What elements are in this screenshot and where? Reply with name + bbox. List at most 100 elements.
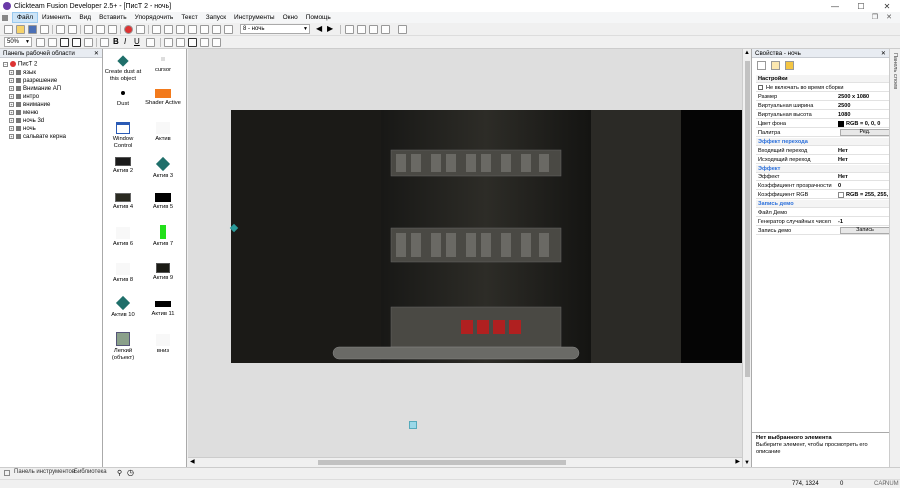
align-right-icon[interactable]: [188, 38, 197, 47]
underline-icon[interactable]: U: [134, 37, 140, 46]
prop-rgb-coef[interactable]: Коэффициент RGB RGB = 255, 255,: [756, 191, 889, 199]
object-active-9[interactable]: Актив 9: [143, 263, 183, 282]
library-tab[interactable]: Библиотека: [74, 469, 107, 475]
prop-size[interactable]: Размер 2500 x 1080: [756, 93, 889, 101]
storyboard-icon[interactable]: [164, 25, 173, 34]
frame-border-icon[interactable]: [72, 38, 81, 47]
justify-icon[interactable]: [200, 38, 209, 47]
record-demo-button[interactable]: Запись: [840, 227, 890, 234]
tree-item-frame[interactable]: + Внимание АП: [9, 86, 61, 93]
menu-file[interactable]: Файл: [12, 12, 38, 23]
object-active-5[interactable]: Актив 5: [143, 193, 183, 211]
align-left-icon[interactable]: [164, 38, 173, 47]
scroll-right-icon[interactable]: ▶: [735, 458, 740, 465]
properties-settings-tab-icon[interactable]: [757, 61, 766, 70]
color-swatch[interactable]: [838, 120, 844, 127]
text-color-icon[interactable]: [146, 38, 155, 47]
object-window-control[interactable]: Window Control: [103, 122, 143, 149]
prop-section-demo[interactable]: Запись демо: [756, 200, 889, 208]
object-light[interactable]: Легкий (объект): [103, 332, 143, 361]
prop-background-color[interactable]: Цвет фона RGB = 0, 0, 0: [756, 120, 889, 128]
clock-icon[interactable]: ◷: [127, 468, 134, 477]
object-active-6[interactable]: Актив 6: [103, 227, 143, 248]
event-list-icon[interactable]: [188, 25, 197, 34]
menu-insert[interactable]: Вставить: [95, 12, 131, 23]
prop-demo-file[interactable]: Файл Демо: [756, 209, 889, 217]
menu-view[interactable]: Вид: [75, 12, 95, 23]
undo-icon[interactable]: [84, 25, 93, 34]
grid-toggle-icon[interactable]: [60, 38, 69, 47]
prop-virtual-width[interactable]: Виртуальная ширина 2500: [756, 102, 889, 110]
horizontal-scrollbar[interactable]: ◀ ▶: [188, 457, 742, 466]
bold-icon[interactable]: B: [113, 37, 119, 46]
italic-icon[interactable]: I: [124, 37, 126, 46]
object-dust[interactable]: Dust: [103, 89, 143, 108]
image-editor-icon[interactable]: [84, 38, 93, 47]
close-icon[interactable]: ✕: [881, 49, 886, 58]
restore-icon[interactable]: ❐: [872, 13, 878, 21]
mdi-close-icon[interactable]: ✕: [886, 13, 892, 21]
object-shader-active[interactable]: Shader Active: [143, 89, 183, 107]
scroll-thumb[interactable]: [745, 61, 750, 377]
cut-icon[interactable]: [56, 25, 65, 34]
prop-transition-out[interactable]: Исходящий переход Нет: [756, 156, 889, 164]
close-button[interactable]: ✕: [874, 0, 900, 12]
prop-virtual-height[interactable]: Виртуальная высота 1080: [756, 111, 889, 119]
layer-icon[interactable]: [369, 25, 378, 34]
object-active-11[interactable]: Актив 11: [143, 298, 183, 318]
frame-selector[interactable]: 8 - ночь ▼: [240, 24, 310, 34]
next-frame-icon[interactable]: [224, 25, 233, 34]
prop-transition-in[interactable]: Входящий переход Нет: [756, 147, 889, 155]
next-arrow-icon[interactable]: ▶: [327, 24, 333, 33]
scroll-left-icon[interactable]: ◀: [190, 458, 195, 465]
checkbox[interactable]: [758, 85, 763, 91]
tree-item-frame[interactable]: + ночь 3d: [9, 118, 44, 125]
grid-icon[interactable]: [345, 25, 354, 34]
event-editor-icon[interactable]: [176, 25, 185, 34]
menu-edit[interactable]: Изменить: [38, 12, 75, 23]
prop-blend-coef[interactable]: Коэффициент прозрачности 0: [756, 182, 889, 190]
properties-runtime-tab-icon[interactable]: [771, 61, 780, 70]
toolbox-icon[interactable]: [4, 470, 10, 476]
menu-run[interactable]: Запуск: [202, 12, 230, 23]
run-frame-icon[interactable]: [136, 25, 145, 34]
document-icon[interactable]: [2, 14, 8, 21]
close-icon[interactable]: ✕: [94, 49, 99, 58]
tree-item-frame[interactable]: + язык: [9, 70, 36, 77]
menu-help[interactable]: Помощь: [302, 12, 335, 23]
minimize-button[interactable]: —: [822, 0, 848, 12]
new-icon[interactable]: [4, 25, 13, 34]
scroll-down-icon[interactable]: ▼: [744, 460, 750, 466]
menu-text[interactable]: Текст: [177, 12, 201, 23]
properties-about-tab-icon[interactable]: [785, 61, 794, 70]
tree-item-frame[interactable]: + интро: [9, 94, 39, 101]
insert-object-icon[interactable]: [398, 25, 407, 34]
vertical-scrollbar[interactable]: ▲ ▼: [742, 49, 751, 467]
object-active-10[interactable]: Актив 10: [103, 295, 143, 319]
prop-record-demo[interactable]: Запись демо Запись: [756, 227, 890, 235]
prop-section-effect[interactable]: Эффект: [756, 165, 889, 173]
prop-exclude-build[interactable]: Не включать во время сборки: [756, 84, 889, 92]
menu-arrange[interactable]: Упорядочить: [131, 12, 178, 23]
prev-arrow-icon[interactable]: ◀: [316, 24, 322, 33]
tree-item-frame[interactable]: + сальвате керна: [9, 134, 66, 141]
object-active-7[interactable]: Актив 7: [143, 225, 183, 248]
tree-item-frame[interactable]: + внимание: [9, 102, 50, 109]
tree-item-frame[interactable]: + разрешение: [9, 78, 57, 85]
data-elements-icon[interactable]: [200, 25, 209, 34]
redo-icon[interactable]: [96, 25, 105, 34]
tree-item-frame[interactable]: + ночь: [9, 126, 36, 133]
distribute-icon[interactable]: [212, 38, 221, 47]
prop-section-settings[interactable]: Настройки: [756, 75, 889, 83]
object-create-dust[interactable]: Create dust at this object: [103, 55, 143, 82]
layers-panel-tab[interactable]: Панель слоев: [889, 49, 900, 467]
maximize-button[interactable]: ☐: [848, 0, 874, 12]
search-icon[interactable]: ⚲: [117, 469, 122, 477]
palette-edit-button[interactable]: Ред.: [840, 129, 890, 136]
object-active[interactable]: Актив: [143, 122, 183, 143]
hand-tool-icon[interactable]: [36, 38, 45, 47]
tree-root[interactable]: − ПисТ 2: [3, 61, 37, 69]
prop-palette[interactable]: Палитра Ред.: [756, 129, 890, 137]
object-active-2[interactable]: Актив 2: [103, 157, 143, 175]
scroll-thumb[interactable]: [318, 460, 566, 465]
